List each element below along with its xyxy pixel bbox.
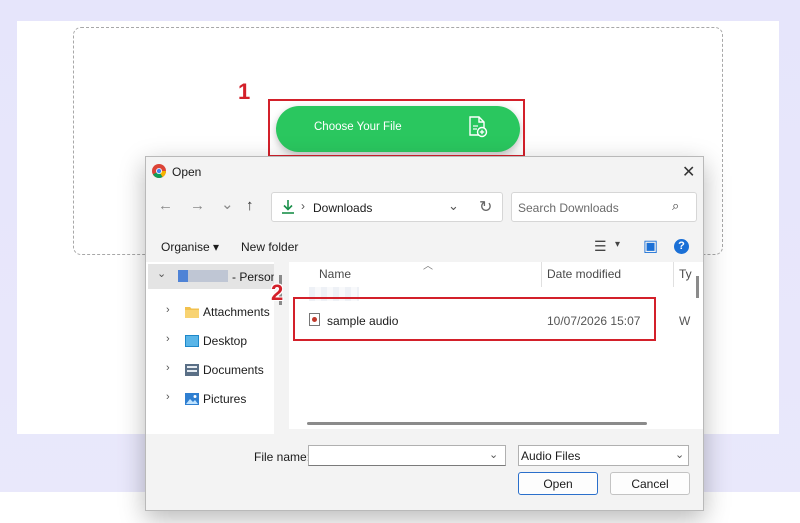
new-folder-button[interactable]: New folder — [241, 240, 298, 254]
address-dropdown-icon[interactable]: ⌄ — [448, 198, 459, 214]
file-name-label: File name: — [254, 450, 311, 464]
pictures-icon — [185, 393, 199, 405]
annotation-number-1: 1 — [238, 79, 251, 104]
expand-chevron-icon[interactable]: › — [166, 362, 170, 374]
file-name-combobox[interactable]: ⌄ — [308, 445, 506, 466]
expanded-chevron-icon[interactable]: ⌄ — [157, 267, 166, 280]
breadcrumb-downloads[interactable]: Downloads — [313, 201, 372, 215]
refresh-icon[interactable]: ↻ — [479, 197, 492, 217]
breadcrumb-separator: › — [301, 199, 305, 213]
forward-arrow-icon[interactable]: → — [190, 197, 205, 214]
search-input[interactable] — [518, 199, 668, 217]
sort-ascending-icon: ︿ — [423, 261, 433, 272]
sidebar-item-attachments[interactable]: › Attachments — [146, 300, 274, 324]
download-icon — [282, 200, 294, 214]
sidebar-item-label: Attachments — [203, 305, 270, 319]
nav-item-personal-label: - Persona — [232, 270, 274, 284]
view-options-icon[interactable]: ☰ — [594, 238, 607, 255]
chevron-down-icon[interactable]: ⌄ — [489, 448, 498, 461]
file-list-vertical-scrollbar[interactable] — [696, 276, 699, 298]
up-arrow-icon[interactable]: ↑ — [246, 197, 254, 214]
annotation-box-1 — [268, 99, 525, 157]
file-name-input[interactable] — [311, 448, 481, 463]
file-list: ︿ Name Date modified Ty sample audio 10/… — [289, 261, 703, 429]
column-header-date-modified[interactable]: Date modified — [547, 267, 621, 281]
column-divider[interactable] — [541, 262, 542, 287]
chevron-down-icon[interactable]: ⌄ — [675, 448, 684, 461]
column-header-name[interactable]: Name — [319, 267, 351, 281]
sidebar-item-documents[interactable]: › Documents — [146, 358, 274, 382]
preview-pane-icon[interactable]: ▣ — [643, 236, 658, 256]
dialog-titlebar: Open ✕ — [146, 157, 703, 185]
expand-chevron-icon[interactable]: › — [166, 304, 170, 316]
annotation-number-2: 2 — [271, 280, 284, 305]
organise-menu[interactable]: Organise ▾ — [161, 240, 219, 254]
dialog-title: Open — [172, 165, 202, 179]
file-list-horizontal-scrollbar[interactable] — [307, 422, 647, 425]
sidebar-item-label: Documents — [203, 363, 264, 377]
close-icon[interactable]: ✕ — [682, 162, 695, 182]
file-type-filter-value: Audio Files — [521, 449, 581, 463]
documents-icon — [185, 364, 199, 376]
desktop-icon — [185, 335, 199, 347]
file-type-filter-select[interactable]: Audio Files ⌄ — [518, 445, 689, 466]
view-options-caret-icon[interactable]: ▾ — [615, 239, 620, 250]
column-header-type[interactable]: Ty — [679, 267, 692, 281]
file-type: W — [679, 314, 691, 328]
back-arrow-icon[interactable]: ← — [158, 197, 173, 214]
sidebar-item-pictures[interactable]: › Pictures — [146, 387, 274, 411]
cancel-button[interactable]: Cancel — [610, 472, 690, 495]
help-icon[interactable]: ? — [674, 239, 689, 254]
sidebar-item-label: Desktop — [203, 334, 248, 348]
expand-chevron-icon[interactable]: › — [166, 333, 170, 345]
search-icon[interactable]: ⌕ — [672, 198, 679, 214]
folder-icon — [185, 307, 199, 318]
search-box[interactable]: ⌕ — [511, 192, 697, 222]
address-bar[interactable]: › Downloads ⌄ ↻ — [271, 192, 503, 222]
annotation-box-2 — [293, 297, 656, 341]
sidebar-item-label: Pictures — [203, 392, 247, 406]
expand-chevron-icon[interactable]: › — [166, 391, 170, 403]
nav-item-personal[interactable]: ⌄ - Persona — [148, 264, 274, 289]
recent-locations-icon[interactable]: ⌄ — [221, 195, 234, 213]
navigation-pane: ⌄ - Persona › Attachments › Desktop › — [146, 262, 274, 434]
chrome-icon — [152, 164, 166, 178]
open-button[interactable]: Open — [518, 472, 598, 495]
redacted-account-name — [178, 270, 228, 282]
sidebar-item-desktop[interactable]: › Desktop — [146, 329, 274, 353]
column-divider[interactable] — [673, 262, 674, 287]
